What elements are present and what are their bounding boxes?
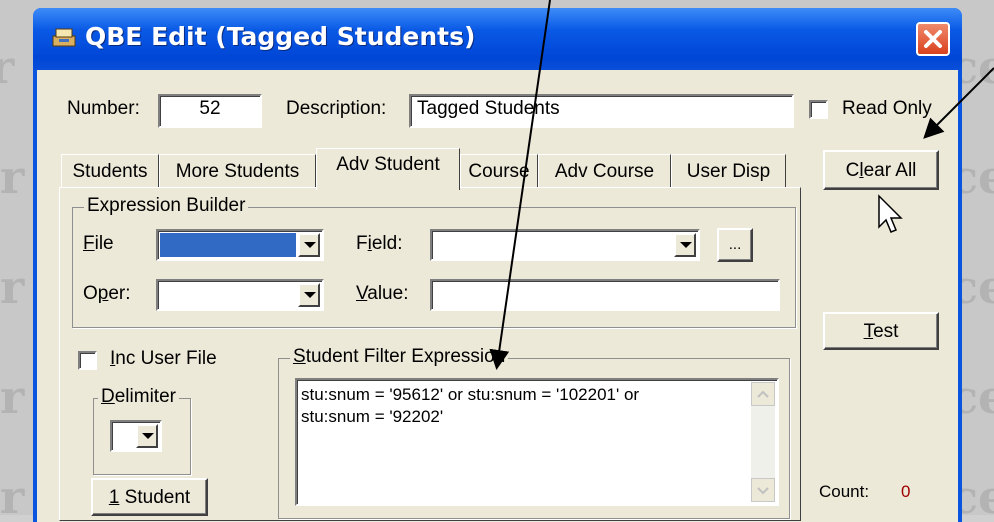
one-student-button[interactable]: 1 Student: [91, 478, 208, 516]
filter-text: stu:snum = '95612' or stu:snum = '102201…: [301, 384, 639, 428]
app-icon: [52, 28, 76, 47]
title-bar[interactable]: QBE Edit (Tagged Students): [33, 8, 962, 70]
file-label: File: [83, 233, 114, 254]
description-field[interactable]: Tagged Students: [409, 94, 794, 128]
tab-course[interactable]: Course: [460, 154, 538, 188]
chevron-down-icon: [757, 487, 769, 495]
expression-builder-legend: Expression Builder: [84, 195, 249, 217]
student-filter-textarea[interactable]: stu:snum = '95612' or stu:snum = '102201…: [295, 378, 779, 506]
qbe-edit-window: QBE Edit (Tagged Students) Number: 52 De…: [33, 8, 962, 522]
count-value: 0: [901, 482, 911, 501]
vertical-scrollbar[interactable]: [751, 382, 775, 502]
value-field[interactable]: [430, 279, 780, 311]
delimiter-legend: Delimiter: [98, 386, 179, 408]
adv-student-panel: Expression Builder File Field: ... Oper:…: [59, 187, 801, 521]
chevron-down-icon[interactable]: [298, 283, 320, 307]
description-label: Description:: [286, 98, 387, 119]
tab-students[interactable]: Students: [61, 154, 159, 188]
close-button[interactable]: [916, 22, 950, 56]
student-filter-group: Student Filter Expression stu:snum = '95…: [278, 346, 790, 519]
student-filter-legend: Student Filter Expression: [290, 346, 509, 368]
tab-adv-course[interactable]: Adv Course: [538, 154, 671, 188]
number-field[interactable]: 52: [158, 94, 262, 128]
filter-line-2: stu:snum = '92202': [301, 407, 444, 426]
field-combo[interactable]: [430, 229, 700, 261]
inc-user-file-label: Inc User File: [110, 348, 217, 369]
field-label: Field:: [356, 233, 403, 254]
close-icon: [924, 30, 942, 48]
tab-adv-student[interactable]: Adv Student: [316, 148, 460, 190]
tab-user-disp[interactable]: User Disp: [671, 154, 786, 188]
value-label: Value:: [356, 283, 409, 304]
read-only-label: Read Only: [842, 98, 932, 119]
chevron-up-icon: [757, 390, 769, 398]
number-label: Number:: [67, 98, 140, 119]
scroll-up-button[interactable]: [751, 382, 775, 406]
chevron-down-icon[interactable]: [136, 424, 158, 448]
count-label: Count:: [819, 482, 870, 501]
filter-line-1: stu:snum = '95612' or stu:snum = '102201…: [301, 385, 640, 404]
scroll-down-button[interactable]: [751, 478, 775, 502]
chevron-down-icon[interactable]: [298, 233, 320, 257]
file-combo-selection: [160, 233, 296, 257]
test-button[interactable]: Test: [823, 312, 939, 350]
delimiter-combo[interactable]: [110, 420, 162, 452]
dialog-client-area: Number: 52 Description: Tagged Students …: [37, 70, 958, 522]
delimiter-group: Delimiter: [93, 386, 191, 475]
file-combo[interactable]: [156, 229, 324, 261]
window-title: QBE Edit (Tagged Students): [85, 22, 476, 51]
tab-more-students[interactable]: More Students: [159, 154, 316, 188]
inc-user-file-checkbox[interactable]: [78, 351, 97, 370]
expression-builder-group: Expression Builder File Field: ... Oper:…: [72, 195, 796, 328]
chevron-down-icon[interactable]: [674, 233, 696, 257]
oper-label: Oper:: [83, 283, 131, 304]
read-only-checkbox[interactable]: [809, 100, 828, 119]
clear-all-button[interactable]: Clear All: [823, 150, 939, 190]
oper-combo[interactable]: [156, 279, 324, 311]
browse-field-button[interactable]: ...: [717, 228, 753, 262]
